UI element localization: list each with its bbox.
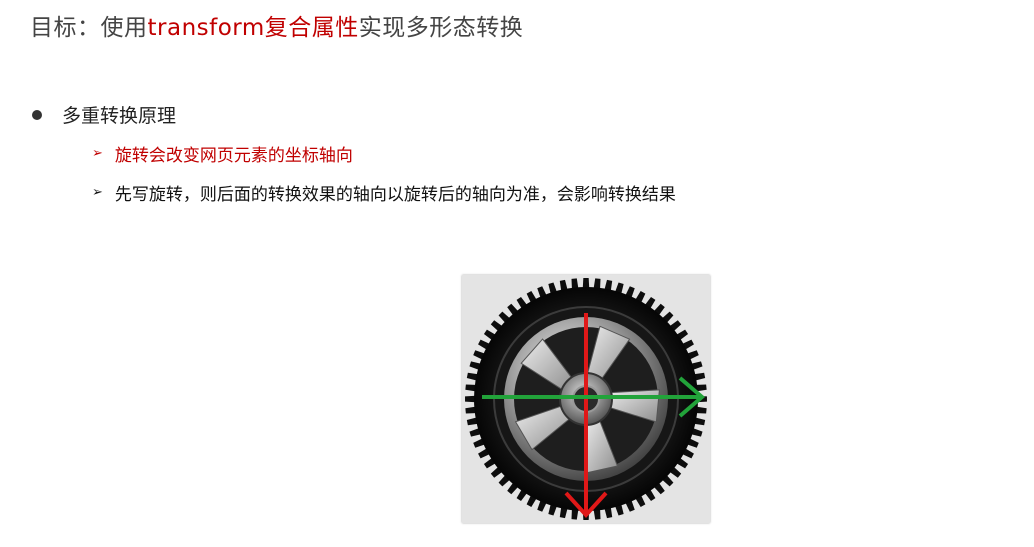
slide-title: 目标：使用transform复合属性实现多形态转换 — [30, 8, 523, 42]
title-suffix: 实现多形态转换 — [358, 15, 524, 41]
bullet-dot-icon — [32, 109, 42, 120]
main-bullet: 多重转换原理 — [32, 101, 176, 128]
title-prefix: 目标：使用 — [30, 15, 148, 41]
sub-point-1: ➢ 旋转会改变网页元素的坐标轴向 — [92, 141, 353, 166]
sub-point-2: ➢ 先写旋转，则后面的转换效果的轴向以旋转后的轴向为准，会影响转换结果 — [92, 180, 676, 205]
wheel-icon — [465, 278, 707, 520]
sub-point-2-text: 先写旋转，则后面的转换效果的轴向以旋转后的轴向为准，会影响转换结果 — [114, 185, 676, 205]
title-highlight: transform复合属性 — [147, 15, 359, 41]
wheel-illustration — [462, 275, 710, 523]
arrow-bullet-icon: ➢ — [92, 185, 103, 200]
arrow-bullet-icon: ➢ — [92, 146, 103, 161]
main-bullet-label: 多重转换原理 — [62, 105, 177, 127]
sub-point-1-text: 旋转会改变网页元素的坐标轴向 — [114, 146, 353, 166]
